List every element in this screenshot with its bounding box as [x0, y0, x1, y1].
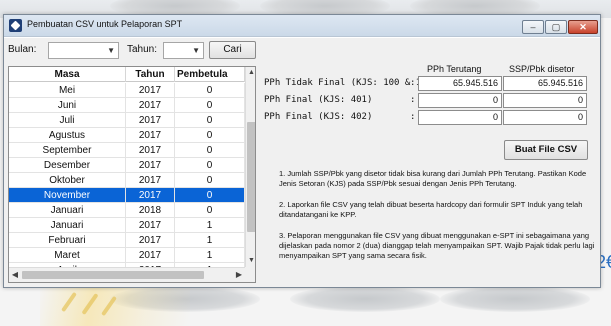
cell-pembetulan: 0 [175, 158, 245, 173]
note-item: 3. Pelaporan menggunakan file CSV yang d… [279, 231, 595, 260]
chevron-down-icon: ▼ [107, 46, 115, 55]
background-shape [440, 286, 590, 312]
note-item: 1. Jumlah SSP/Pbk yang disetor tidak bis… [279, 169, 587, 188]
cell-pembetulan: 0 [175, 83, 245, 98]
table-row[interactable]: Juli 2017 0 [9, 113, 245, 128]
cell-pembetulan: 0 [175, 143, 245, 158]
header-ssp-disetor: SSP/Pbk disetor [509, 64, 575, 74]
table-row[interactable]: Desember 2017 0 [9, 158, 245, 173]
cell-tahun: 2017 [126, 158, 175, 173]
bulan-select[interactable]: ▼ [48, 42, 119, 59]
cell-tahun: 2017 [126, 188, 175, 203]
pph-tidak-final-terutang-field[interactable]: 65.945.516 [418, 76, 502, 91]
pph-final-402-disetor-field[interactable]: 0 [503, 110, 587, 125]
cari-button[interactable]: Cari [209, 41, 256, 59]
tax-row-colon: : [410, 78, 416, 88]
scroll-thumb[interactable] [247, 122, 255, 232]
pph-final-401-disetor-field[interactable]: 0 [503, 93, 587, 108]
cell-pembetulan: 0 [175, 188, 245, 203]
cell-pembetulan: 0 [175, 173, 245, 188]
cell-tahun: 2017 [126, 218, 175, 233]
cell-tahun: 2017 [126, 248, 175, 263]
table-row[interactable]: Maret 2017 1 [9, 248, 245, 263]
maximize-button[interactable]: ▢ [545, 20, 567, 34]
grid-header: Masa Tahun Pembetula [9, 67, 245, 82]
table-row[interactable]: Februari 2017 1 [9, 233, 245, 248]
cell-tahun: 2017 [126, 98, 175, 113]
cell-pembetulan: 0 [175, 203, 245, 218]
scroll-thumb[interactable] [22, 271, 204, 279]
cell-pembetulan: 1 [175, 233, 245, 248]
horizontal-scrollbar[interactable]: ◀ ▶ [9, 267, 245, 282]
tax-row-label: PPh Final (KJS: 401) [264, 95, 373, 105]
cell-masa: November [9, 188, 126, 203]
pph-final-401-terutang-field[interactable]: 0 [418, 93, 502, 108]
table-row[interactable]: September 2017 0 [9, 143, 245, 158]
cell-tahun: 2017 [126, 83, 175, 98]
cell-masa: Agustus [9, 128, 126, 143]
cell-pembetulan: 0 [175, 128, 245, 143]
cell-masa: Desember [9, 158, 126, 173]
cell-tahun: 2017 [126, 143, 175, 158]
table-row-selected[interactable]: November 2017 0 [9, 188, 245, 203]
tax-row-label: PPh Final (KJS: 402) [264, 112, 373, 122]
cell-masa: Juli [9, 113, 126, 128]
cell-masa: Oktober [9, 173, 126, 188]
period-grid[interactable]: Masa Tahun Pembetula Mei 2017 0 Juni 2017 0 Ju… [8, 66, 256, 283]
app-icon [9, 19, 22, 32]
table-row[interactable]: Agustus 2017 0 [9, 128, 245, 143]
cell-masa: Januari [9, 218, 126, 233]
cell-masa: Februari [9, 233, 126, 248]
scroll-right-icon[interactable]: ▶ [233, 268, 245, 282]
window-title: Pembuatan CSV untuk Pelaporan SPT [27, 19, 183, 29]
cell-masa: Mei [9, 83, 126, 98]
scroll-left-icon[interactable]: ◀ [9, 268, 21, 282]
title-bar[interactable]: Pembuatan CSV untuk Pelaporan SPT – ▢ ✕ [4, 15, 600, 37]
table-row[interactable]: Januari 2018 0 [9, 203, 245, 218]
note-item: 2. Laporkan file CSV yang telah dibuat b… [279, 200, 583, 219]
cell-tahun: 2017 [126, 173, 175, 188]
cell-pembetulan: 0 [175, 113, 245, 128]
cell-masa: Juni [9, 98, 126, 113]
cell-pembetulan: 0 [175, 98, 245, 113]
dialog-body: Bulan: ▼ Tahun: ▼ Cari Masa Tahun Pembet… [4, 38, 600, 287]
cell-pembetulan: 1 [175, 248, 245, 263]
table-row[interactable]: Juni 2017 0 [9, 98, 245, 113]
table-row[interactable]: Oktober 2017 0 [9, 173, 245, 188]
cell-tahun: 2017 [126, 128, 175, 143]
column-header-tahun[interactable]: Tahun [126, 67, 175, 82]
csv-dialog-window: Pembuatan CSV untuk Pelaporan SPT – ▢ ✕ … [3, 14, 601, 288]
tahun-label: Tahun: [127, 44, 158, 55]
cell-tahun: 2017 [126, 113, 175, 128]
cell-masa: September [9, 143, 126, 158]
pph-tidak-final-disetor-field[interactable]: 65.945.516 [503, 76, 587, 91]
background-shape [290, 286, 440, 312]
scroll-up-icon[interactable]: ▲ [246, 67, 255, 79]
buat-file-csv-button[interactable]: Buat File CSV [504, 140, 588, 160]
cell-masa: Januari [9, 203, 126, 218]
header-pph-terutang: PPh Terutang [427, 64, 482, 74]
cell-tahun: 2017 [126, 233, 175, 248]
cell-masa: Maret [9, 248, 126, 263]
table-row[interactable]: Mei 2017 0 [9, 83, 245, 98]
scrollbar-corner [245, 267, 255, 282]
bulan-label: Bulan: [8, 44, 37, 55]
pph-final-402-terutang-field[interactable]: 0 [418, 110, 502, 125]
tax-row-colon: : [410, 95, 416, 105]
table-row[interactable]: Januari 2017 1 [9, 218, 245, 233]
cell-pembetulan: 1 [175, 218, 245, 233]
tahun-select[interactable]: ▼ [163, 42, 204, 59]
minimize-button[interactable]: – [522, 20, 544, 34]
cell-tahun: 2018 [126, 203, 175, 218]
tax-row-colon: : [410, 112, 416, 122]
close-button[interactable]: ✕ [568, 20, 598, 34]
vertical-scrollbar[interactable]: ▲ ▼ [245, 67, 255, 267]
chevron-down-icon: ▼ [192, 46, 200, 55]
column-header-masa[interactable]: Masa [9, 67, 126, 82]
scroll-down-icon[interactable]: ▼ [246, 255, 255, 267]
column-header-pembetulan[interactable]: Pembetula [175, 67, 245, 82]
